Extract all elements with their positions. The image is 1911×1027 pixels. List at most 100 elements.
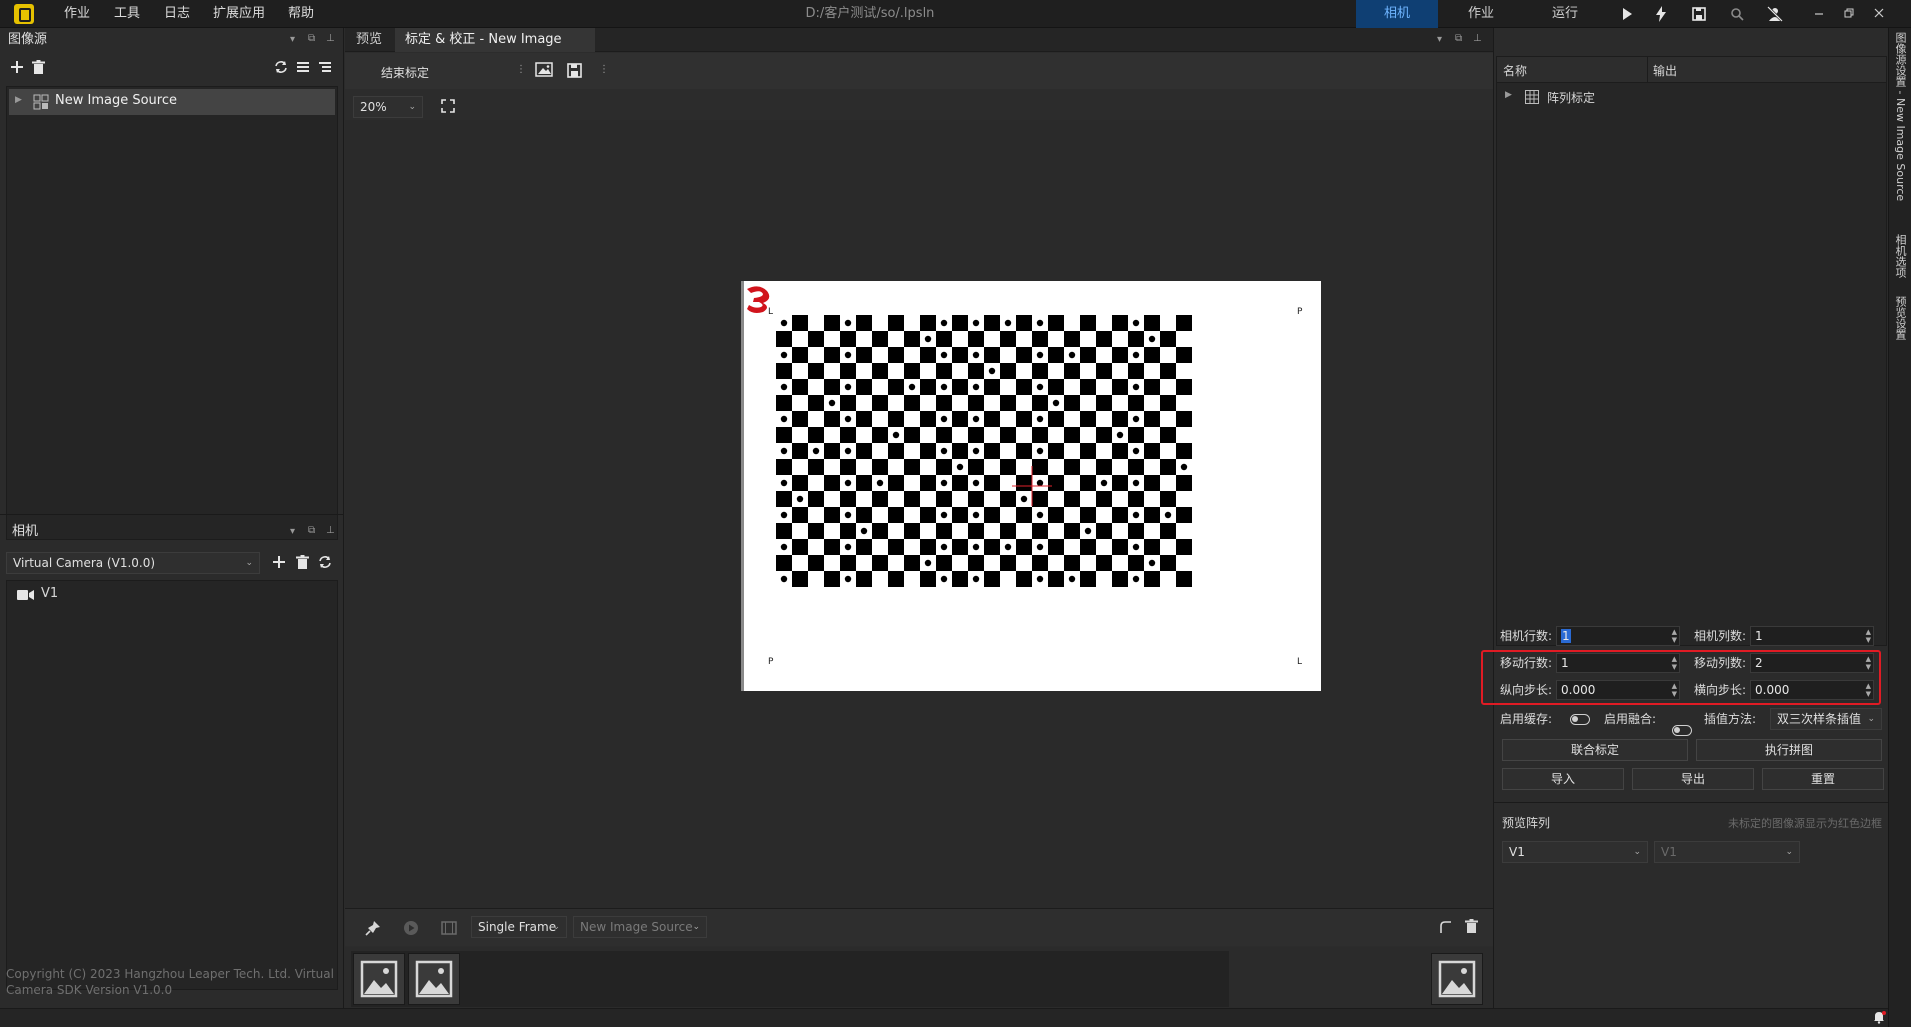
enable-cache-toggle[interactable] (1570, 714, 1590, 725)
camera-rows-label: 相机行数: (1500, 629, 1553, 643)
panel-pin-icon[interactable]: ⊥ (1473, 33, 1482, 44)
search-icon[interactable] (1726, 4, 1748, 24)
expand-arrow-icon[interactable]: ▶ (15, 95, 22, 105)
frame-mode-select[interactable]: Single Frame ⌄ (471, 916, 567, 938)
minimize-icon[interactable] (1806, 2, 1832, 24)
execute-stitch-button[interactable]: 执行拼图 (1696, 739, 1882, 761)
checker-square (936, 331, 952, 347)
list-item[interactable]: V1 (9, 583, 335, 607)
user-off-icon[interactable] (1764, 4, 1786, 24)
thumbnail[interactable] (408, 953, 460, 1005)
play-icon[interactable] (1616, 4, 1638, 24)
corner-arrow-icon[interactable] (1439, 920, 1453, 934)
thumbnail[interactable] (353, 953, 405, 1005)
image-canvas[interactable]: L P P L (345, 120, 1493, 908)
column-header-output[interactable]: 输出 (1653, 62, 1677, 79)
menu-tools[interactable]: 工具 (114, 0, 140, 28)
panel-pin-icon[interactable]: ⊥ (326, 525, 335, 536)
spinner-arrows-icon[interactable]: ▲ ▼ (1866, 682, 1871, 698)
camera-rows-input[interactable]: 1 ▲ ▼ (1556, 626, 1680, 646)
joint-calibration-button[interactable]: 联合标定 (1502, 739, 1688, 761)
mode-tab-job[interactable]: 作业 (1440, 0, 1522, 28)
zoom-select[interactable]: 20% ⌄ (353, 96, 423, 118)
reset-button[interactable]: 重置 (1762, 768, 1884, 790)
close-icon[interactable] (1866, 2, 1892, 24)
checker-square (792, 315, 808, 331)
list-item[interactable]: ▶ New Image Source (9, 89, 335, 115)
import-button[interactable]: 导入 (1502, 768, 1624, 790)
tab-calibration[interactable]: 标定 & 校正 - New Image Source (395, 28, 595, 71)
tree-list-icon[interactable] (318, 60, 334, 76)
checker-square (1016, 315, 1032, 331)
menu-help[interactable]: 帮助 (288, 0, 314, 28)
vertical-tab-image-source-settings[interactable]: 图像源设置 - New Image Source (1892, 32, 1908, 201)
mode-tab-camera[interactable]: 相机 (1356, 0, 1438, 28)
spinner-arrows-icon[interactable]: ▲ ▼ (1866, 655, 1871, 671)
mode-tab-run[interactable]: 运行 (1524, 0, 1606, 28)
checker-square (1016, 539, 1032, 555)
checker-square (1080, 315, 1096, 331)
horizontal-step-input[interactable]: 0.000 ▲ ▼ (1750, 680, 1874, 700)
panel-float-icon[interactable]: ⧉ (308, 525, 315, 536)
refresh-icon[interactable] (274, 60, 290, 76)
delete-camera-icon[interactable] (296, 555, 309, 569)
checker-square (840, 331, 856, 347)
spinner-arrows-icon[interactable]: ▲ ▼ (1672, 628, 1677, 644)
preview-array-select-2[interactable]: V1 ⌄ (1654, 841, 1800, 863)
spinner-arrows-icon[interactable]: ▲ ▼ (1672, 682, 1677, 698)
film-icon[interactable] (441, 921, 457, 935)
column-header-name[interactable]: 名称 (1503, 62, 1527, 79)
restore-icon[interactable] (1836, 2, 1862, 24)
spinner-arrows-icon[interactable]: ▲ ▼ (1866, 628, 1871, 644)
checker-square (968, 491, 984, 507)
add-camera-icon[interactable] (272, 555, 286, 569)
vertical-tab-camera-options[interactable]: 相机选项 (1892, 234, 1908, 278)
filmstrip-source-select[interactable]: New Image Source ⌄ (573, 916, 707, 938)
delete-icon[interactable] (32, 60, 48, 76)
menu-job[interactable]: 作业 (64, 0, 90, 28)
export-button[interactable]: 导出 (1632, 768, 1754, 790)
panel-menu-icon[interactable]: ▾ (290, 34, 295, 45)
panel-float-icon[interactable]: ⧉ (308, 33, 315, 44)
trash-icon[interactable] (1465, 919, 1478, 933)
checker-square (776, 491, 792, 507)
menu-extensions[interactable]: 扩展应用 (213, 0, 265, 28)
expand-arrow-icon[interactable]: ▶ (1505, 90, 1512, 100)
move-rows-input[interactable]: 1 ▲ ▼ (1556, 653, 1680, 673)
panel-menu-icon[interactable]: ▾ (1437, 34, 1442, 45)
notification-bell-icon[interactable] (1872, 1010, 1886, 1024)
panel-menu-icon[interactable]: ▾ (290, 526, 295, 537)
thumbnail[interactable] (1431, 953, 1483, 1005)
add-icon[interactable] (10, 60, 26, 76)
camera-cols-input[interactable]: 1 ▲ ▼ (1750, 626, 1874, 646)
panel-float-icon[interactable]: ⧉ (1455, 33, 1462, 44)
preview-array-select-1[interactable]: V1 ⌄ (1502, 841, 1648, 863)
move-cols-input[interactable]: 2 ▲ ▼ (1750, 653, 1874, 673)
checker-dot (1148, 559, 1156, 567)
menu-log[interactable]: 日志 (164, 0, 190, 28)
save-icon[interactable] (567, 63, 582, 78)
camera-select[interactable]: Virtual Camera (V1.0.0) ⌄ (6, 552, 260, 574)
spinner-arrows-icon[interactable]: ▲ ▼ (1672, 655, 1677, 671)
end-calibration-button[interactable]: 结束标定 (381, 64, 429, 81)
tree-item[interactable]: ▶ 阵列标定 (1497, 85, 1886, 109)
play-circle-icon[interactable] (403, 920, 419, 936)
enable-fusion-toggle[interactable] (1672, 725, 1692, 736)
interpolation-select[interactable]: 双三次样条插值 ⌄ (1770, 708, 1882, 730)
vertical-step-input[interactable]: 0.000 ▲ ▼ (1556, 680, 1680, 700)
checker-dot (1036, 319, 1044, 327)
lightning-icon[interactable] (1650, 4, 1672, 24)
image-icon[interactable] (535, 62, 555, 78)
tab-preview[interactable]: 预览 (345, 28, 393, 52)
checker-square (1176, 411, 1192, 427)
list-icon[interactable] (296, 60, 312, 76)
pin-icon[interactable] (365, 920, 381, 936)
save-all-icon[interactable] (1688, 4, 1710, 24)
fit-screen-icon[interactable] (441, 99, 455, 113)
refresh-cameras-icon[interactable] (318, 555, 332, 569)
camera-select-value: Virtual Camera (V1.0.0) (13, 556, 156, 570)
vertical-tab-preview-settings[interactable]: 预览设置 (1892, 296, 1908, 340)
move-cols-value: 2 (1755, 656, 1763, 670)
toolbar-separator: ⋮ (516, 64, 526, 75)
panel-pin-icon[interactable]: ⊥ (326, 33, 335, 44)
